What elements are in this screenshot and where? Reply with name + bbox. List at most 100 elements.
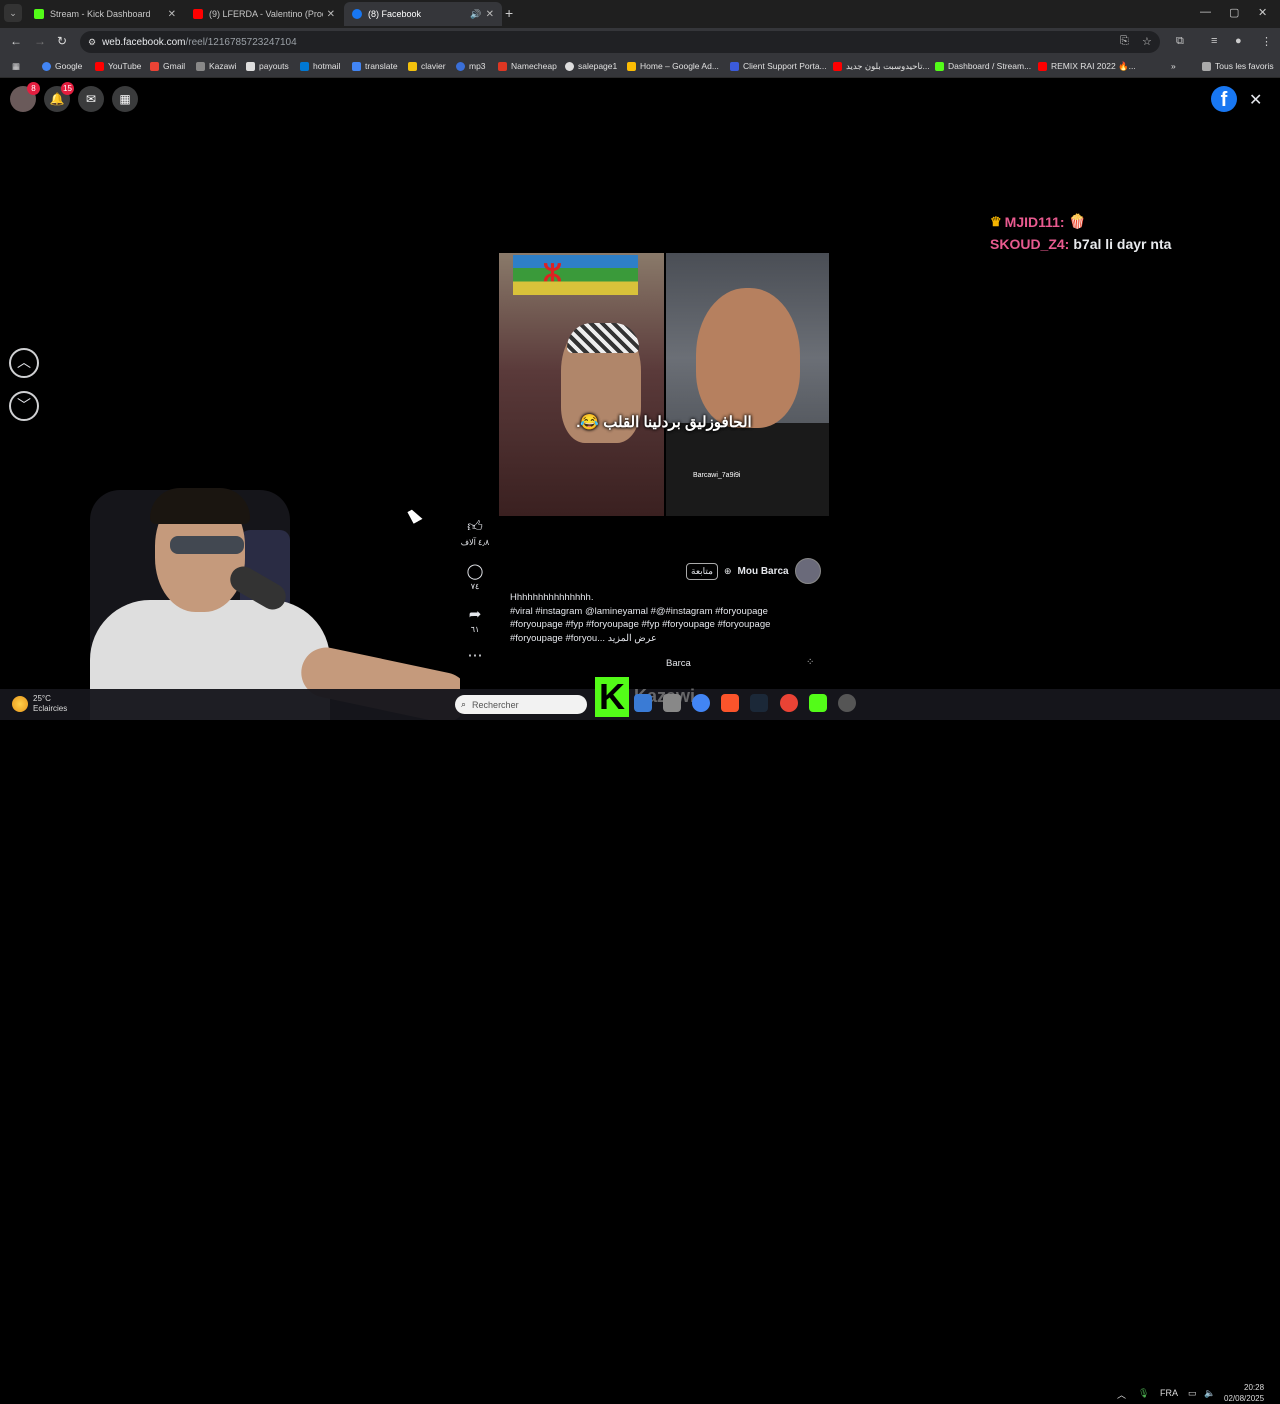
- restore-icon[interactable]: ▢: [1229, 6, 1239, 19]
- bookmark-translate[interactable]: translate: [352, 61, 398, 71]
- profile-icon[interactable]: ●: [1235, 35, 1242, 47]
- taskbar-search[interactable]: ⌕ Rechercher: [455, 695, 587, 714]
- speaker-icon[interactable]: 🔊: [470, 9, 481, 20]
- bookmark-hotmail[interactable]: hotmail: [300, 61, 340, 71]
- crown-icon: ♛: [990, 213, 1002, 229]
- previous-reel-button[interactable]: ︿: [9, 348, 39, 378]
- bookmark-salepage1[interactable]: salepage1: [565, 61, 617, 71]
- bookmarks-bar: ▦ Google YouTube Gmail Kazawi payouts ho…: [0, 56, 1280, 78]
- file-explorer-icon[interactable]: [634, 694, 652, 712]
- post-description: Hhhhhhhhhhhhhhh. #viral #instagram @lami…: [510, 591, 810, 645]
- sunglasses: [170, 536, 244, 554]
- kick-logo-icon: K: [595, 677, 629, 717]
- next-reel-button[interactable]: ﹀: [9, 391, 39, 421]
- steam-icon[interactable]: [750, 694, 768, 712]
- bookmark-google-ads[interactable]: Home – Google Ad...: [627, 61, 719, 71]
- bookmark-gmail[interactable]: Gmail: [150, 61, 185, 71]
- weather-sun-icon: [12, 696, 28, 712]
- post-line[interactable]: #foryoupage #foryou... عرض المزيد: [510, 632, 810, 646]
- site-info-icon[interactable]: ⚙: [88, 37, 96, 48]
- chat-message: ♛ MJID111: 🍿: [990, 213, 1171, 230]
- post-line: #foryoupage #fyp #foryoupage #fyp #foryo…: [510, 619, 771, 630]
- bookmark-youtube[interactable]: YouTube: [95, 61, 141, 71]
- kick-app-icon[interactable]: [809, 694, 827, 712]
- messenger-icon[interactable]: ✉: [78, 86, 104, 112]
- apps-icon[interactable]: ▦: [12, 61, 20, 72]
- tab-kick-dashboard[interactable]: Stream - Kick Dashboard ✕: [26, 2, 184, 26]
- more-options-button[interactable]: ⋯: [455, 646, 495, 664]
- chrome-icon[interactable]: [692, 694, 710, 712]
- bookmark-kazawi[interactable]: Kazawi: [196, 61, 236, 71]
- bookmark-kick-dashboard[interactable]: Dashboard / Stream...: [935, 61, 1031, 71]
- globe-icon: [565, 61, 574, 71]
- search-placeholder: Rechercher: [472, 699, 519, 710]
- comment-button[interactable]: ◯ ٧٤: [455, 562, 495, 591]
- tab-facebook[interactable]: (8) Facebook 🔊 ✕: [344, 2, 502, 26]
- close-reel-icon[interactable]: ✕: [1249, 90, 1262, 110]
- amazigh-flag: [513, 255, 638, 295]
- bookmark-mp3[interactable]: mp3: [456, 61, 486, 71]
- follow-button[interactable]: متابعة: [686, 562, 718, 580]
- share-button[interactable]: ➦ ٦١: [455, 605, 495, 634]
- audio-wave-icon[interactable]: ⁘: [806, 657, 814, 668]
- bookmark-google[interactable]: Google: [42, 61, 82, 71]
- chrome-active-icon[interactable]: [780, 694, 798, 712]
- close-tab-icon[interactable]: ✕: [486, 9, 494, 20]
- like-button[interactable]: 👍︎ ٤٫٨ آلاف: [455, 518, 495, 547]
- share-count: ٦١: [470, 625, 480, 634]
- bookmark-payouts[interactable]: payouts: [246, 61, 289, 71]
- all-bookmarks[interactable]: Tous les favoris: [1202, 61, 1274, 71]
- reload-icon[interactable]: ↻: [57, 34, 67, 48]
- address-bar[interactable]: ⚙ web.facebook.com/reel/1216785723247104: [80, 31, 1160, 53]
- back-icon[interactable]: ←: [10, 34, 22, 48]
- payouts-icon: [246, 61, 255, 71]
- bookmark-remix-rai[interactable]: REMIX RAI 2022 🔥...: [1038, 61, 1136, 72]
- facebook-logo-icon[interactable]: f: [1211, 86, 1237, 112]
- chat-text: b7al li dayr nta: [1073, 236, 1172, 252]
- menu-grid-icon[interactable]: ▦: [112, 86, 138, 112]
- tray-chevron-icon[interactable]: ︿: [1117, 1388, 1126, 1401]
- tab-youtube[interactable]: (9) LFERDA - Valentino (Prod IM ✕: [185, 2, 343, 26]
- author-name[interactable]: Mou Barca: [738, 566, 789, 577]
- bookmark-namecheap[interactable]: Namecheap: [498, 61, 557, 71]
- chat-username: MJID111:: [1004, 213, 1065, 230]
- brave-icon[interactable]: [721, 694, 739, 712]
- forward-icon[interactable]: →: [34, 34, 46, 48]
- bookmark-label: Namecheap: [511, 61, 557, 71]
- profile-avatar[interactable]: 8: [10, 82, 40, 112]
- reel-video[interactable]: ⵣ الحافوزليق بردلينا القلب 😂. Barcawi_7a…: [499, 253, 829, 516]
- close-tab-icon[interactable]: ✕: [327, 9, 335, 20]
- profile-badge: 8: [27, 82, 40, 95]
- namecheap-icon: [498, 61, 507, 71]
- bookmark-clavier[interactable]: clavier: [408, 61, 446, 71]
- new-tab-button[interactable]: +: [505, 5, 513, 21]
- search-icon: ⌕: [461, 699, 467, 709]
- kebab-menu-icon[interactable]: ⋮: [1261, 35, 1272, 48]
- cast-icon[interactable]: ⎘: [1120, 35, 1129, 48]
- minimize-icon[interactable]: —: [1200, 6, 1211, 18]
- bookmark-label: payouts: [259, 61, 289, 71]
- author-avatar[interactable]: [794, 558, 821, 584]
- star-icon[interactable]: ☆: [1142, 35, 1152, 48]
- video-right-pane: [666, 253, 829, 516]
- extensions-icon[interactable]: ⧉: [1176, 35, 1184, 48]
- language-indicator[interactable]: FRA: [1160, 1388, 1178, 1398]
- weather-widget[interactable]: 25°C Eclaircies: [12, 694, 67, 714]
- audio-label[interactable]: Barca: [666, 658, 691, 669]
- taskbar-clock[interactable]: 20:28 02/08/2025: [1224, 1382, 1264, 1404]
- close-tab-icon[interactable]: ✕: [168, 9, 176, 20]
- youtube-icon: [95, 61, 104, 71]
- volume-icon[interactable]: 🔈: [1204, 1388, 1215, 1399]
- network-icon[interactable]: ▭: [1188, 1388, 1197, 1399]
- window-close-icon[interactable]: ✕: [1258, 6, 1267, 19]
- obs-icon[interactable]: [838, 694, 856, 712]
- media-icon[interactable]: ≡: [1211, 35, 1217, 47]
- more-bookmarks-icon[interactable]: »: [1171, 61, 1176, 71]
- tab-search-button[interactable]: ⌄: [4, 4, 22, 22]
- bookmark-arabic-video[interactable]: تاحيدوسبت بلون جديد...: [833, 61, 930, 72]
- microphone-tray-icon[interactable]: 🎙: [1138, 1388, 1149, 1399]
- app-icon[interactable]: [663, 694, 681, 712]
- thumbs-up-icon: 👍︎: [467, 518, 483, 535]
- notifications-bell-icon[interactable]: 🔔 15: [44, 82, 74, 112]
- bookmark-client-support[interactable]: Client Support Porta...: [730, 61, 827, 71]
